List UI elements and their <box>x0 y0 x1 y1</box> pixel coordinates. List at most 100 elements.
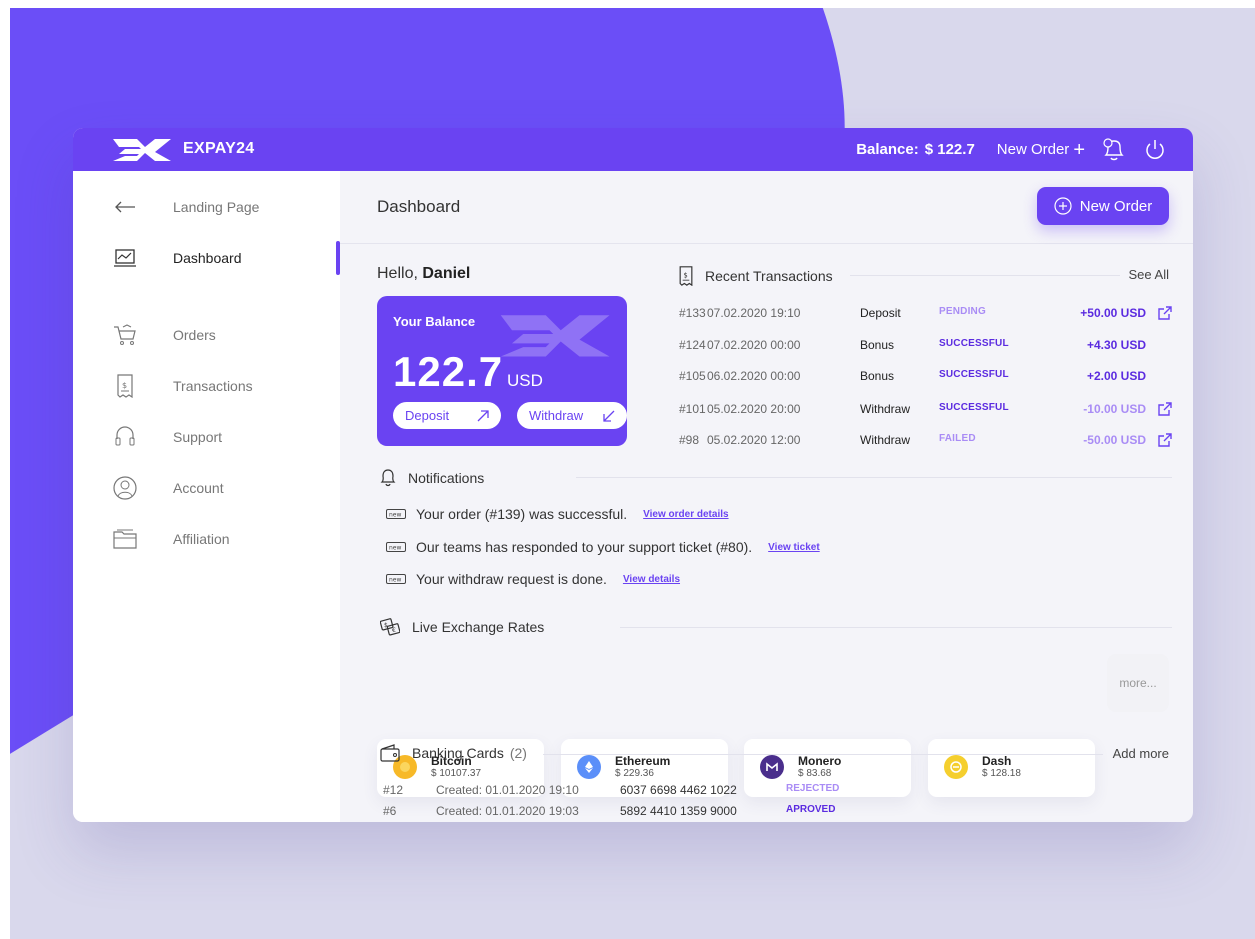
transaction-amount: -10.00 USD <box>1083 402 1146 416</box>
card-number: 5892 4410 1359 9000 <box>620 804 737 818</box>
transaction-id: #101 <box>679 402 706 416</box>
sidebar-item-label: Dashboard <box>173 250 242 266</box>
transaction-amount: +2.00 USD <box>1086 369 1146 383</box>
new-order-link-label: New Order <box>996 141 1070 158</box>
transactions-section-title: $ Recent Transactions <box>679 266 833 286</box>
balance-card-label: Your Balance <box>393 314 476 329</box>
transaction-status: FAILED <box>939 433 976 444</box>
banking-count: (2) <box>509 745 527 761</box>
view-ticket-link[interactable]: View ticket <box>768 542 820 553</box>
notification-text: Our teams has responded to your support … <box>416 539 753 555</box>
transaction-date: 07.02.2020 19:10 <box>707 306 801 320</box>
sidebar-item-orders[interactable]: Orders <box>73 318 340 352</box>
svg-text:new: new <box>389 512 401 519</box>
external-link-icon[interactable] <box>1158 402 1172 419</box>
receipt-icon: $ <box>679 266 693 286</box>
more-rates-button[interactable]: more... <box>1107 654 1169 712</box>
arrow-down-left-icon <box>603 410 615 422</box>
monero-icon <box>760 755 784 779</box>
folder-icon <box>113 527 137 551</box>
power-icon[interactable] <box>1143 138 1167 162</box>
transaction-id: #133 <box>679 306 706 320</box>
page-title: Dashboard <box>377 197 461 216</box>
cart-icon <box>113 323 137 347</box>
card-id: #12 <box>383 783 404 797</box>
sidebar-item-label: Landing Page <box>173 199 260 215</box>
sidebar-item-support[interactable]: Support <box>73 420 340 454</box>
sidebar-item-label: Support <box>173 429 223 445</box>
transaction-amount: +4.30 USD <box>1086 338 1146 352</box>
new-badge-icon: new <box>386 509 406 519</box>
divider <box>543 754 1103 755</box>
deposit-button[interactable]: Deposit <box>393 402 501 429</box>
withdraw-label: Withdraw <box>529 408 584 423</box>
ethereum-icon <box>577 755 601 779</box>
balance-currency: USD <box>507 371 543 390</box>
dash-icon <box>944 755 968 779</box>
divider <box>576 477 1172 478</box>
rate-price: $ 229.36 <box>615 768 654 779</box>
sidebar-item-dashboard[interactable]: Dashboard <box>73 241 340 275</box>
monitor-chart-icon <box>113 246 137 270</box>
new-badge-icon: new <box>386 574 406 584</box>
user-circle-icon <box>113 476 137 500</box>
sidebar-item-transactions[interactable]: $ Transactions <box>73 369 340 403</box>
notification-item: new Your order (#139) was successful. Vi… <box>386 506 729 522</box>
add-more-link[interactable]: Add more <box>1113 746 1169 761</box>
sidebar-item-label: Transactions <box>173 378 253 394</box>
rate-card-dash[interactable]: Dash $ 128.18 <box>928 739 1095 797</box>
banking-title: Banking Cards <box>412 745 504 761</box>
sidebar-item-landing-page[interactable]: Landing Page <box>73 190 340 224</box>
logo-watermark-icon <box>500 315 610 357</box>
brand-logo[interactable]: EXPAY24 <box>111 136 254 162</box>
greeting: Hello, Daniel <box>377 265 470 283</box>
plus-circle-icon <box>1054 197 1072 215</box>
svg-text:new: new <box>389 545 401 552</box>
headset-icon <box>113 425 137 449</box>
transaction-type: Bonus <box>860 369 895 383</box>
transaction-id: #105 <box>679 369 706 383</box>
transaction-row[interactable]: #101 05.02.2020 20:00 Withdraw SUCCESSFUL -1… <box>679 402 1172 422</box>
banking-section-title: Banking Cards (2) <box>380 744 527 762</box>
main-header: Dashboard New Order <box>340 171 1193 244</box>
transaction-row[interactable]: #105 06.02.2020 00:00 Bonus SUCCESSFUL +2.00… <box>679 369 1172 389</box>
brand-name: EXPAY24 <box>183 140 255 157</box>
view-details-link[interactable]: View details <box>623 574 680 585</box>
balance-label: Balance: <box>856 141 919 158</box>
user-name: Daniel <box>422 265 471 282</box>
transaction-id: #124 <box>679 338 706 352</box>
transaction-status: SUCCESSFUL <box>939 369 1009 380</box>
card-created: Created: 01.01.2020 19:10 <box>436 783 579 797</box>
external-link-icon[interactable] <box>1158 306 1172 323</box>
divider <box>850 275 1120 276</box>
sidebar-item-account[interactable]: Account <box>73 471 340 505</box>
sidebar: Landing Page Dashboard Orders $ Transact… <box>73 171 340 822</box>
transaction-status: PENDING <box>939 306 986 317</box>
svg-text:$: $ <box>122 381 127 390</box>
plus-icon: + <box>1073 138 1085 161</box>
rate-name: Dash <box>982 754 1012 768</box>
notification-bell-icon[interactable] <box>1099 137 1129 163</box>
balance-amount: 122.7 <box>393 348 504 395</box>
main-content: Dashboard New Order Hello, Daniel Your B… <box>340 171 1193 822</box>
exchange-section-title: $ € Live Exchange Rates <box>380 617 544 637</box>
view-order-details-link[interactable]: View order details <box>643 509 728 520</box>
sidebar-item-affiliation[interactable]: Affiliation <box>73 522 340 556</box>
external-link-icon[interactable] <box>1158 433 1172 450</box>
transaction-row[interactable]: #133 07.02.2020 19:10 Deposit PENDING +50.00… <box>679 306 1172 326</box>
see-all-link[interactable]: See All <box>1129 267 1169 282</box>
banking-card-row[interactable]: #6 Created: 01.01.2020 19:03 5892 4410 135… <box>383 804 883 820</box>
sidebar-item-label: Account <box>173 480 224 496</box>
notification-text: Your order (#139) was successful. <box>416 506 628 522</box>
transaction-id: #98 <box>679 433 700 447</box>
transaction-row[interactable]: #98 05.02.2020 12:00 Withdraw FAILED -50.00 … <box>679 433 1172 453</box>
new-order-link[interactable]: New Order + <box>997 140 1085 160</box>
card-id: #6 <box>383 804 397 818</box>
transaction-row[interactable]: #124 07.02.2020 00:00 Bonus SUCCESSFUL +4.30… <box>679 338 1172 358</box>
withdraw-button[interactable]: Withdraw <box>517 402 627 429</box>
svg-text:$: $ <box>684 272 688 280</box>
transaction-status: SUCCESSFUL <box>939 402 1009 413</box>
banking-card-row[interactable]: #12 Created: 01.01.2020 19:10 6037 6698 44… <box>383 783 883 799</box>
rate-name: Monero <box>798 754 842 768</box>
new-order-button[interactable]: New Order <box>1037 187 1169 225</box>
